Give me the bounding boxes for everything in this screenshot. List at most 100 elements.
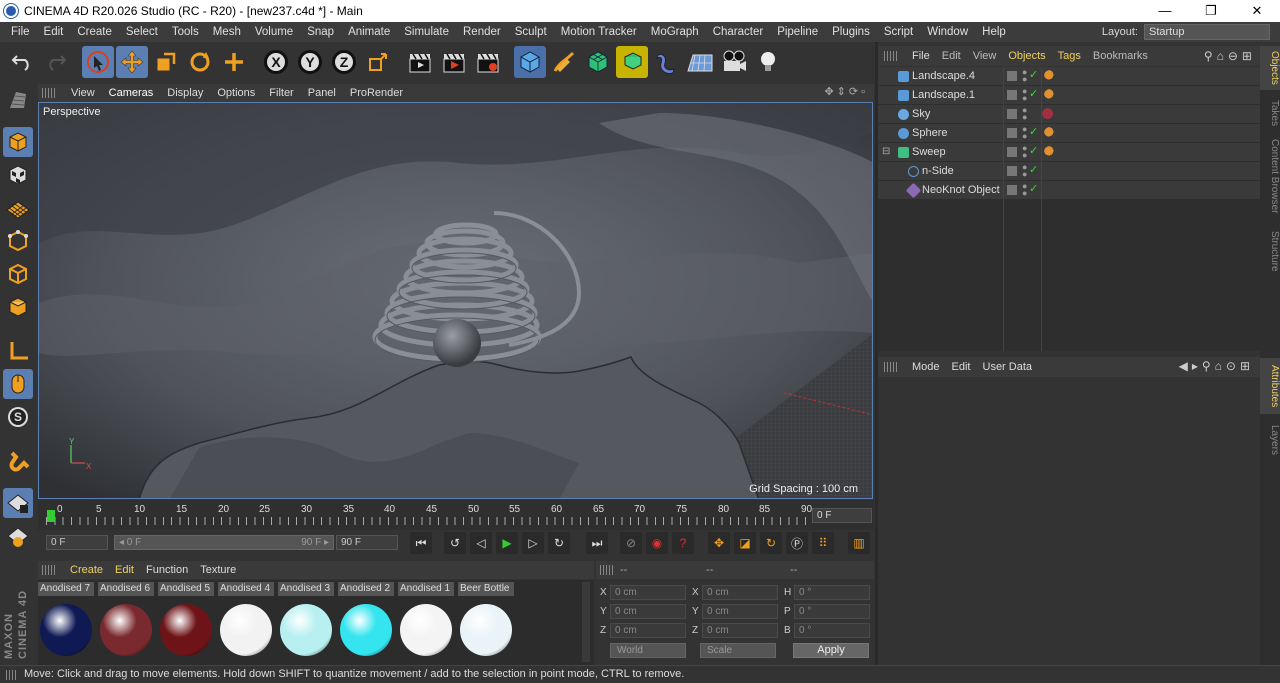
live-selection-button[interactable] xyxy=(82,46,114,78)
object-row[interactable]: ⊟ Sweep ● ● ✓ xyxy=(878,143,1260,162)
panel-grip-icon[interactable] xyxy=(884,51,898,61)
menu-mograph[interactable]: MoGraph xyxy=(644,26,706,38)
points-mode-button[interactable] xyxy=(3,226,33,256)
layer-toggle-icon[interactable] xyxy=(1007,71,1017,81)
previous-key-button[interactable]: ↺ xyxy=(444,532,466,554)
record-point-level-button[interactable]: ⠿ xyxy=(812,532,834,554)
size-y-field[interactable]: 0 cm xyxy=(702,603,778,619)
menu-sculpt[interactable]: Sculpt xyxy=(508,26,554,38)
material-item[interactable]: Anodised 1 xyxy=(398,582,454,662)
enabled-check-icon[interactable]: ✓ xyxy=(1029,125,1038,138)
current-frame-field[interactable]: 0 F xyxy=(812,508,872,523)
material-menu-function[interactable]: Function xyxy=(140,564,194,576)
menu-help[interactable]: Help xyxy=(975,26,1013,38)
viewport-menu-panel[interactable]: Panel xyxy=(301,87,343,99)
record-scale-button[interactable]: ◪ xyxy=(734,532,756,554)
objects-menu-bookmarks[interactable]: Bookmarks xyxy=(1087,50,1154,62)
array-object-button[interactable] xyxy=(616,46,648,78)
visibility-dots-icon[interactable]: ● ● xyxy=(1022,87,1027,103)
menu-create[interactable]: Create xyxy=(70,26,119,38)
render-view-button[interactable] xyxy=(404,46,436,78)
y-axis-lock-button[interactable]: Y xyxy=(294,46,326,78)
playhead-marker[interactable] xyxy=(47,510,55,522)
tab-layers[interactable]: Layers xyxy=(1260,420,1280,460)
render-to-picture-viewer-button[interactable] xyxy=(438,46,470,78)
coordinate-system-button[interactable] xyxy=(362,46,394,78)
snapping-button[interactable] xyxy=(3,446,33,476)
size-mode-dropdown[interactable]: Scale xyxy=(700,643,776,658)
material-menu-edit[interactable]: Edit xyxy=(109,564,140,576)
z-axis-lock-button[interactable]: Z xyxy=(328,46,360,78)
menu-render[interactable]: Render xyxy=(456,26,508,38)
menu-window[interactable]: Window xyxy=(920,26,975,38)
material-item[interactable]: Anodised 3 xyxy=(278,582,334,662)
pen-spline-button[interactable] xyxy=(548,46,580,78)
viewport-menu-view[interactable]: View xyxy=(64,87,102,99)
end-frame-field[interactable]: 90 F xyxy=(336,535,398,550)
visibility-dots-icon[interactable]: ● ● xyxy=(1022,68,1027,84)
enabled-check-icon[interactable]: ✓ xyxy=(1029,87,1038,100)
layer-toggle-icon[interactable] xyxy=(1007,185,1017,195)
tab-structure[interactable]: Structure xyxy=(1260,226,1280,276)
subdivision-surface-button[interactable] xyxy=(582,46,614,78)
viewport-navigation-icons[interactable]: ✥⇕⟳▫ xyxy=(824,85,868,98)
menu-plugins[interactable]: Plugins xyxy=(825,26,877,38)
texture-mode-button[interactable] xyxy=(3,160,33,190)
floor-object-button[interactable] xyxy=(684,46,716,78)
rotation-p-field[interactable]: 0 ° xyxy=(794,603,870,619)
tab-content-browser[interactable]: Content Browser xyxy=(1260,134,1280,218)
enable-axis-button[interactable] xyxy=(3,336,33,366)
menu-file[interactable]: File xyxy=(4,26,37,38)
scheme-settings-button[interactable]: ▥ xyxy=(848,532,870,554)
tab-takes[interactable]: Takes xyxy=(1260,96,1280,130)
start-frame-field[interactable]: 0 F xyxy=(46,535,108,550)
texture-tag-icon[interactable] xyxy=(1044,146,1056,158)
material-item[interactable]: Beer Bottle xyxy=(458,582,514,662)
objects-menu-file[interactable]: File xyxy=(906,50,936,62)
preview-range-slider[interactable]: ◂ 0 F 90 F ▸ xyxy=(114,535,334,550)
position-x-field[interactable]: 0 cm xyxy=(610,584,686,600)
play-forward-button[interactable]: ▶ xyxy=(496,532,518,554)
visibility-dots-icon[interactable]: ● ● xyxy=(1022,144,1027,160)
texture-tag-icon[interactable] xyxy=(1044,127,1056,139)
menu-script[interactable]: Script xyxy=(877,26,920,38)
material-item[interactable]: Anodised 7 xyxy=(38,582,94,662)
size-z-field[interactable]: 0 cm xyxy=(702,622,778,638)
attribute-navigation-icons[interactable]: ◀▸⚲⌂⊙⊞ xyxy=(1179,359,1254,373)
menu-select[interactable]: Select xyxy=(119,26,165,38)
undo-button[interactable] xyxy=(6,46,38,78)
attributes-menu-edit[interactable]: Edit xyxy=(946,361,977,373)
menu-animate[interactable]: Animate xyxy=(341,26,397,38)
menu-motion-tracker[interactable]: Motion Tracker xyxy=(554,26,644,38)
visibility-dots-icon[interactable]: ● ● xyxy=(1022,125,1027,141)
workplane-lock-button[interactable] xyxy=(3,488,33,518)
enabled-check-icon[interactable]: ✓ xyxy=(1029,68,1038,81)
attributes-menu-mode[interactable]: Mode xyxy=(906,361,946,373)
polygons-mode-button[interactable] xyxy=(3,292,33,322)
object-row[interactable]: n-Side ● ● ✓ xyxy=(878,162,1260,181)
material-menu-texture[interactable]: Texture xyxy=(194,564,242,576)
edges-mode-button[interactable] xyxy=(3,259,33,289)
workplane-mode-button[interactable] xyxy=(3,193,33,223)
frame-ruler[interactable]: 0 5 10 15 20 25 30 35 40 45 50 55 60 65 … xyxy=(46,504,812,526)
object-row[interactable]: Landscape.4 ● ● ✓ xyxy=(878,67,1260,86)
enabled-check-icon[interactable]: ✓ xyxy=(1029,163,1038,176)
timeline-ruler[interactable]: 0 5 10 15 20 25 30 35 40 45 50 55 60 65 … xyxy=(38,500,874,530)
collapse-icon[interactable]: ⊟ xyxy=(882,146,890,157)
planar-workplane-button[interactable] xyxy=(3,521,33,551)
record-rotation-button[interactable]: ↻ xyxy=(760,532,782,554)
visibility-dots-icon[interactable]: ● ● xyxy=(1022,163,1027,179)
object-row[interactable]: NeoKnot Object ● ● ✓ xyxy=(878,181,1260,200)
tweak-mode-button[interactable] xyxy=(3,369,33,399)
light-object-button[interactable] xyxy=(752,46,784,78)
x-axis-lock-button[interactable]: X xyxy=(260,46,292,78)
panel-grip-icon[interactable] xyxy=(42,565,56,575)
record-active-objects-button[interactable]: ◉ xyxy=(646,532,668,554)
menu-edit[interactable]: Edit xyxy=(37,26,71,38)
3d-viewport[interactable]: Y X Perspective Grid Spacing : 100 cm xyxy=(38,102,873,499)
tab-attributes[interactable]: Attributes xyxy=(1260,358,1280,414)
objects-menu-tags[interactable]: Tags xyxy=(1052,50,1087,62)
objects-menu-view[interactable]: View xyxy=(967,50,1003,62)
recent-tool-button[interactable] xyxy=(218,46,250,78)
position-y-field[interactable]: 0 cm xyxy=(610,603,686,619)
